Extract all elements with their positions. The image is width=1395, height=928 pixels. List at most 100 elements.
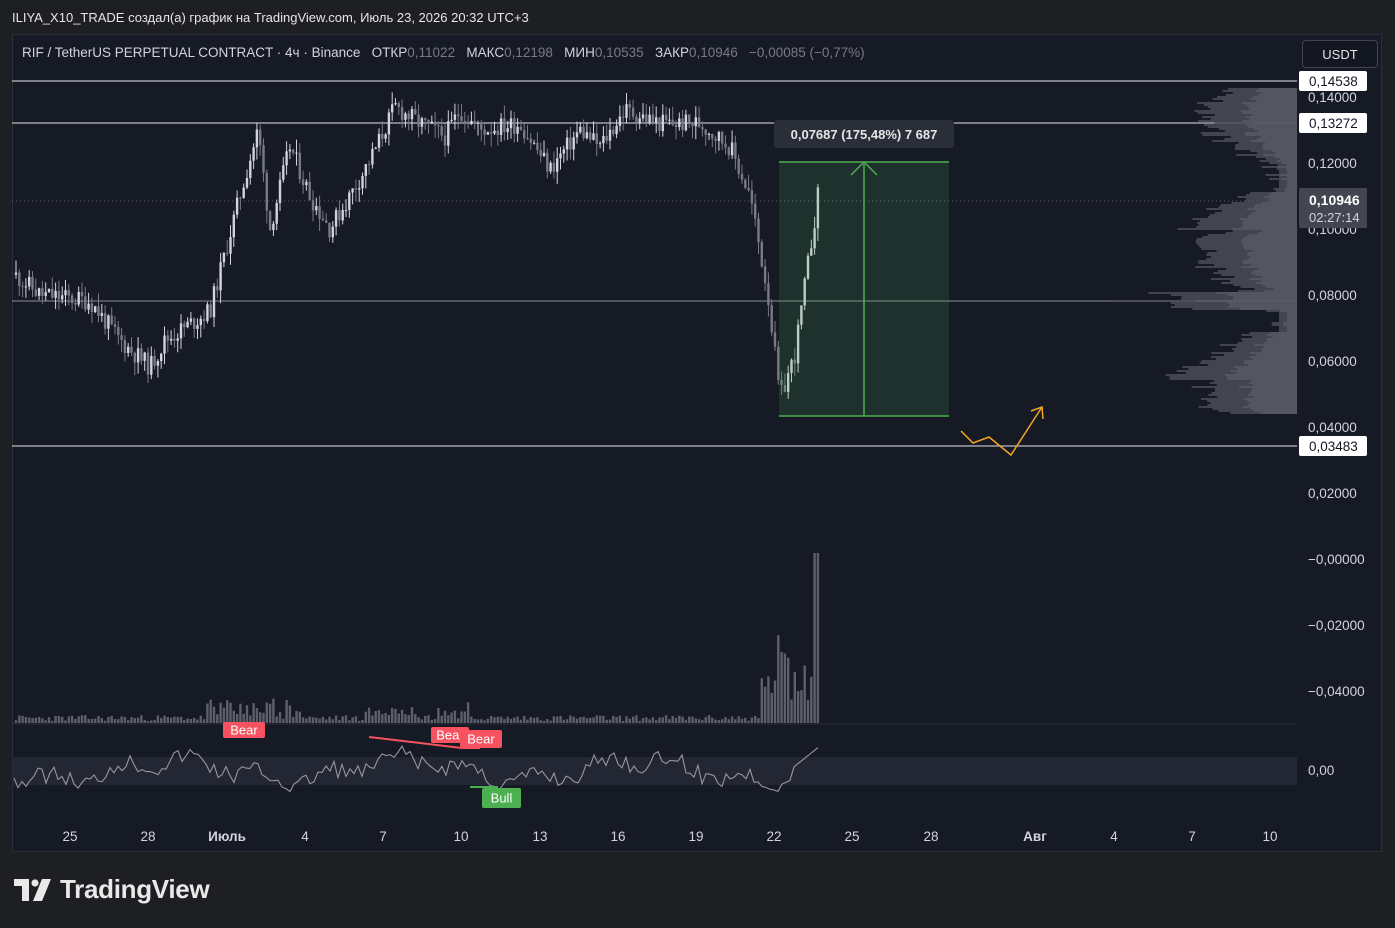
candle-body[interactable]: [315, 206, 318, 211]
candle-body[interactable]: [638, 118, 641, 123]
candle-body[interactable]: [499, 118, 503, 135]
candle-body[interactable]: [193, 318, 196, 329]
candle-body[interactable]: [196, 325, 199, 329]
candle-body[interactable]: [163, 335, 166, 354]
candle-body[interactable]: [288, 149, 292, 152]
candle-body[interactable]: [612, 129, 615, 135]
candle-body[interactable]: [67, 290, 70, 296]
candle-body[interactable]: [169, 338, 173, 341]
candle-body[interactable]: [325, 220, 328, 223]
level-label[interactable]: 0,13272: [1309, 116, 1358, 131]
currency-button[interactable]: USDT: [1302, 40, 1378, 68]
candle-body[interactable]: [348, 192, 351, 210]
candle-body[interactable]: [74, 302, 77, 305]
candle-body[interactable]: [671, 119, 674, 125]
candle-body[interactable]: [773, 332, 777, 347]
candle-body[interactable]: [598, 143, 602, 145]
candle-body[interactable]: [734, 142, 737, 159]
candle-body[interactable]: [292, 149, 295, 153]
candle-body[interactable]: [186, 321, 189, 328]
level-label[interactable]: 0,03483: [1309, 439, 1358, 454]
candle-body[interactable]: [24, 286, 28, 288]
candle-body[interactable]: [417, 114, 420, 127]
candle-body[interactable]: [150, 356, 153, 375]
candle-body[interactable]: [344, 209, 348, 211]
candle-body[interactable]: [387, 112, 391, 135]
candle-body[interactable]: [414, 109, 417, 115]
candle-body[interactable]: [470, 120, 473, 125]
candle-body[interactable]: [625, 104, 628, 118]
candle-body[interactable]: [684, 114, 688, 131]
candle-body[interactable]: [84, 296, 87, 310]
candle-body[interactable]: [757, 218, 760, 243]
candle-body[interactable]: [664, 114, 668, 121]
candle-body[interactable]: [318, 206, 321, 219]
candle-body[interactable]: [179, 323, 183, 339]
candle-body[interactable]: [41, 288, 44, 296]
candle-body[interactable]: [744, 179, 747, 188]
candle-body[interactable]: [747, 187, 750, 191]
candle-body[interactable]: [301, 179, 305, 186]
candle-body[interactable]: [354, 188, 358, 190]
candle-body[interactable]: [407, 113, 410, 120]
candle-body[interactable]: [255, 129, 259, 148]
candle-body[interactable]: [219, 262, 222, 291]
candle-body[interactable]: [156, 361, 160, 366]
candle-body[interactable]: [453, 114, 457, 120]
candle-body[interactable]: [311, 200, 315, 211]
candle-body[interactable]: [216, 286, 219, 291]
candle-body[interactable]: [602, 135, 605, 144]
candle-body[interactable]: [295, 152, 298, 154]
candle-body[interactable]: [265, 172, 268, 211]
candle-body[interactable]: [697, 117, 701, 128]
candle-body[interactable]: [321, 218, 325, 221]
candle-body[interactable]: [585, 132, 589, 139]
candle-body[interactable]: [721, 132, 724, 144]
candle-body[interactable]: [183, 323, 186, 328]
signal-label-bull[interactable]: Bull: [491, 791, 513, 806]
candle-body[interactable]: [130, 346, 133, 353]
candle-body[interactable]: [110, 315, 113, 325]
candle-body[interactable]: [226, 252, 229, 254]
candle-body[interactable]: [513, 118, 516, 134]
candle-body[interactable]: [90, 303, 94, 313]
candle-body[interactable]: [212, 286, 216, 318]
candle-body[interactable]: [542, 152, 546, 156]
candle-body[interactable]: [605, 135, 608, 141]
candle-body[interactable]: [565, 137, 569, 150]
candle-body[interactable]: [767, 283, 770, 306]
candle-body[interactable]: [268, 210, 272, 231]
candle-body[interactable]: [701, 127, 704, 130]
symbol-name[interactable]: RIF / TetherUS PERPETUAL CONTRACT · 4ч ·…: [22, 45, 360, 60]
candle-body[interactable]: [136, 348, 140, 363]
candle-body[interactable]: [694, 117, 697, 127]
level-label[interactable]: 0,14538: [1309, 74, 1358, 89]
candle-body[interactable]: [28, 276, 31, 287]
candle-body[interactable]: [351, 188, 354, 193]
candle-body[interactable]: [770, 305, 773, 333]
candle-body[interactable]: [658, 117, 661, 132]
candle-body[interactable]: [341, 209, 344, 221]
candle-body[interactable]: [493, 130, 496, 134]
candle-body[interactable]: [127, 346, 130, 354]
candle-body[interactable]: [400, 107, 404, 120]
candle-body[interactable]: [552, 162, 556, 172]
candle-body[interactable]: [94, 306, 97, 313]
candle-body[interactable]: [688, 114, 691, 123]
candle-body[interactable]: [87, 303, 90, 310]
candle-body[interactable]: [457, 114, 460, 117]
candle-body[interactable]: [608, 129, 612, 141]
candle-body[interactable]: [443, 135, 447, 146]
candle-body[interactable]: [367, 164, 371, 166]
candle-body[interactable]: [546, 152, 549, 172]
candle-body[interactable]: [206, 304, 209, 322]
candle-body[interactable]: [70, 295, 74, 303]
candle-body[interactable]: [242, 187, 245, 198]
candle-body[interactable]: [678, 118, 681, 128]
candle-body[interactable]: [278, 179, 282, 204]
candle-body[interactable]: [622, 116, 625, 118]
candle-body[interactable]: [737, 158, 740, 174]
candle-body[interactable]: [308, 181, 311, 201]
price-chart[interactable]: 0,07687 (175,48%) 7 687 Bear Bear BearBull…: [0, 0, 1395, 928]
candle-body[interactable]: [285, 151, 288, 166]
